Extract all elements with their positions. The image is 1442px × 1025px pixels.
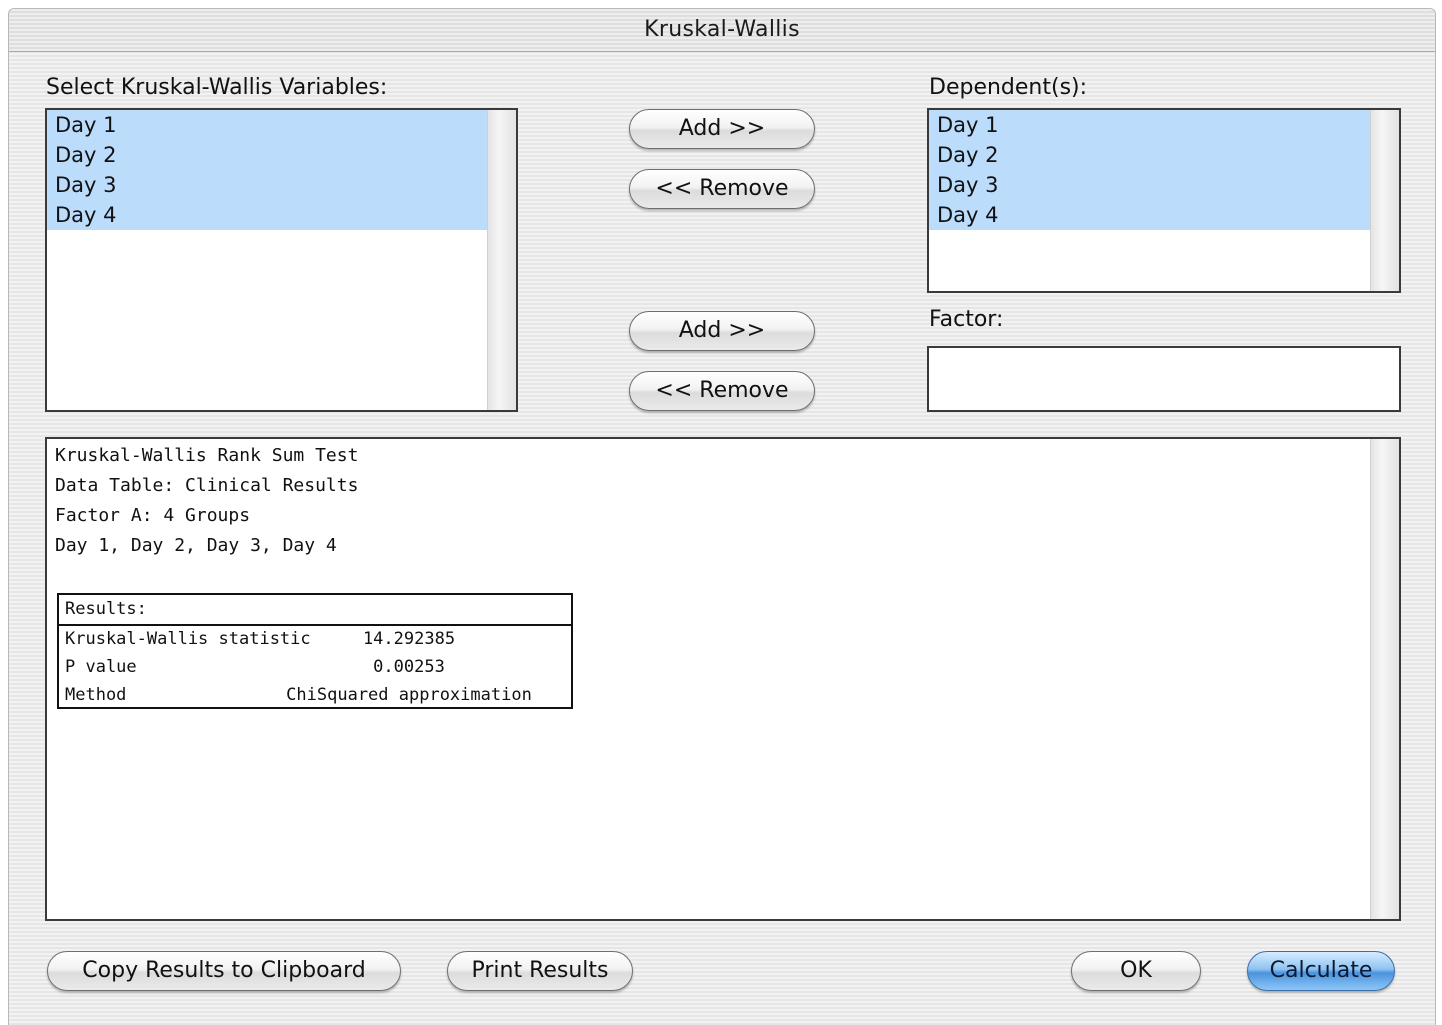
results-row-label: Method bbox=[65, 685, 127, 705]
dependents-list-item[interactable]: Day 1 bbox=[929, 110, 1371, 140]
results-factor: Factor A: 4 Groups bbox=[55, 505, 251, 526]
print-results-button[interactable]: Print Results bbox=[447, 951, 633, 991]
results-row-label: P value bbox=[65, 657, 137, 677]
factor-list[interactable] bbox=[927, 346, 1401, 412]
results-variables: Day 1, Day 2, Day 3, Day 4 bbox=[55, 535, 337, 556]
remove-factor-button[interactable]: << Remove bbox=[629, 371, 815, 411]
variables-list-item[interactable]: Day 2 bbox=[47, 140, 488, 170]
window-title: Kruskal-Wallis bbox=[644, 17, 800, 42]
variables-list-item[interactable]: Day 4 bbox=[47, 200, 488, 230]
calculate-button[interactable]: Calculate bbox=[1247, 951, 1395, 991]
variables-scrollbar[interactable] bbox=[487, 110, 516, 410]
dependents-list-item[interactable]: Day 4 bbox=[929, 200, 1371, 230]
results-row-value: 0.00253 bbox=[373, 657, 445, 677]
kruskal-wallis-dialog: Kruskal-Wallis Select Kruskal-Wallis Var… bbox=[8, 8, 1436, 1025]
dependents-list-item[interactable]: Day 3 bbox=[929, 170, 1371, 200]
results-table-divider bbox=[59, 624, 571, 626]
variables-list-item[interactable]: Day 1 bbox=[47, 110, 488, 140]
dependents-list-item[interactable]: Day 2 bbox=[929, 140, 1371, 170]
copy-results-button[interactable]: Copy Results to Clipboard bbox=[47, 951, 401, 991]
dependents-label: Dependent(s): bbox=[929, 75, 1088, 100]
remove-dependent-button[interactable]: << Remove bbox=[629, 169, 815, 209]
add-dependent-button[interactable]: Add >> bbox=[629, 109, 815, 149]
ok-button[interactable]: OK bbox=[1071, 951, 1201, 991]
variables-label: Select Kruskal-Wallis Variables: bbox=[46, 75, 388, 100]
dependents-scrollbar[interactable] bbox=[1370, 110, 1399, 291]
variables-list-item[interactable]: Day 3 bbox=[47, 170, 488, 200]
variables-list[interactable]: Day 1 Day 2 Day 3 Day 4 bbox=[45, 108, 518, 412]
results-test-name: Kruskal-Wallis Rank Sum Test bbox=[55, 445, 359, 466]
results-table-header: Results: bbox=[65, 599, 147, 619]
results-scrollbar[interactable] bbox=[1370, 439, 1399, 919]
title-bar[interactable]: Kruskal-Wallis bbox=[9, 9, 1435, 52]
results-table: Results: Kruskal-Wallis statistic 14.292… bbox=[57, 593, 573, 709]
dependents-list[interactable]: Day 1 Day 2 Day 3 Day 4 bbox=[927, 108, 1401, 293]
results-panel[interactable]: Kruskal-Wallis Rank Sum Test Data Table:… bbox=[45, 437, 1401, 921]
add-factor-button[interactable]: Add >> bbox=[629, 311, 815, 351]
results-data-table: Data Table: Clinical Results bbox=[55, 475, 359, 496]
factor-label: Factor: bbox=[929, 307, 1004, 332]
results-row-value: ChiSquared approximation bbox=[286, 685, 532, 705]
results-row-value: 14.292385 bbox=[362, 629, 456, 649]
